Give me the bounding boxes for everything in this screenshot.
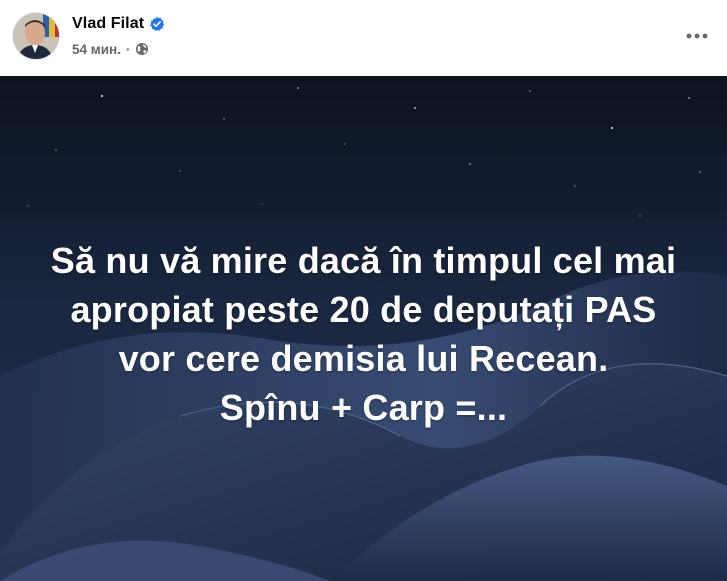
meta-separator: · bbox=[125, 41, 131, 57]
post-timestamp[interactable]: 54 мин. bbox=[72, 42, 121, 57]
post-text-line-3: vor cere demisia lui Recean. bbox=[118, 338, 609, 379]
post-text-line-1: Să nu vă mire dacă în timpul cel mai bbox=[50, 240, 677, 281]
avatar-photo bbox=[13, 13, 59, 59]
post-header: Vlad Filat 54 мин. · bbox=[0, 0, 727, 76]
verified-badge-icon bbox=[149, 16, 165, 32]
more-horizontal-icon bbox=[686, 33, 708, 39]
post-background-image[interactable]: Să nu vă mire dacă în timpul cel mai apr… bbox=[0, 76, 727, 581]
more-options-button[interactable] bbox=[681, 20, 713, 52]
author-row: Vlad Filat bbox=[72, 13, 165, 35]
post-text-line-2: apropiat peste 20 de deputați PAS bbox=[70, 289, 657, 330]
post-text-line-4: Spînu + Carp =... bbox=[219, 387, 508, 428]
post-meta: 54 мин. · bbox=[72, 39, 149, 59]
post-text: Să nu vă mire dacă în timpul cel mai apr… bbox=[20, 236, 707, 432]
author-name[interactable]: Vlad Filat bbox=[72, 15, 144, 33]
author-avatar[interactable] bbox=[12, 12, 60, 60]
globe-icon[interactable] bbox=[135, 42, 149, 56]
facebook-post: Vlad Filat 54 мин. · Să nu vă mire dacă … bbox=[0, 0, 727, 581]
